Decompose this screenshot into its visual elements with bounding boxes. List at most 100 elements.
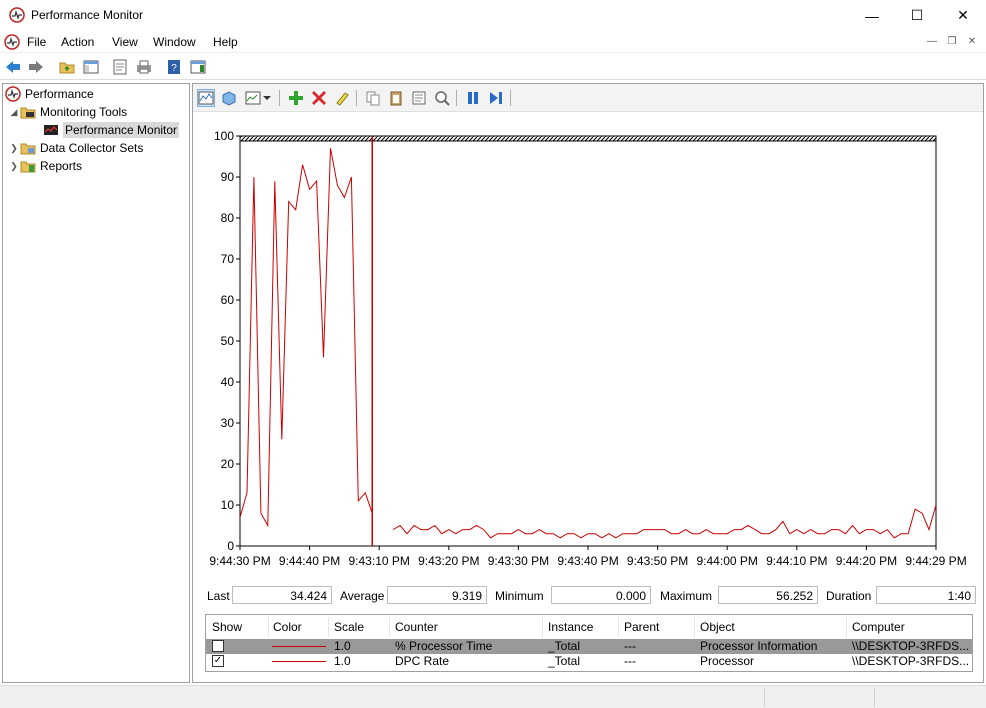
show-hide-action-pane-icon[interactable] [189, 58, 207, 76]
data-collector-folder-icon [20, 143, 36, 155]
column-header-instance[interactable]: Instance [548, 620, 593, 634]
column-divider [328, 617, 329, 637]
tree-label-monitoring-tools: Monitoring Tools [40, 105, 128, 119]
column-header-color[interactable]: Color [273, 620, 302, 634]
row-object: Processor Information [700, 639, 818, 653]
back-arrow-icon[interactable] [4, 58, 22, 76]
column-header-parent[interactable]: Parent [624, 620, 659, 634]
column-header-scale[interactable]: Scale [334, 620, 364, 634]
freeze-display-icon[interactable] [464, 89, 482, 107]
menu-action[interactable]: Action [61, 35, 94, 49]
mdi-minimize-button[interactable]: — [922, 33, 942, 50]
row-scale: 1.0 [334, 654, 351, 668]
paste-counter-list-icon[interactable] [387, 89, 405, 107]
row-parent: --- [624, 654, 636, 668]
collapse-chevron-icon[interactable]: ◢ [8, 107, 20, 118]
graph-toolbar [193, 84, 983, 112]
maximize-button[interactable]: ☐ [894, 0, 940, 31]
expand-chevron-icon[interactable]: ❯ [8, 143, 20, 154]
expand-chevron-icon[interactable]: ❯ [8, 161, 20, 172]
graph-properties-icon[interactable] [410, 89, 428, 107]
column-divider [694, 617, 695, 637]
forward-arrow-icon[interactable] [27, 58, 45, 76]
series-color-swatch [272, 646, 326, 647]
statistics-bar: Last 34.424 Average 9.319 Minimum 0.000 … [205, 586, 976, 606]
y-tick-label: 40 [221, 375, 235, 389]
delete-counter-icon[interactable] [310, 89, 328, 107]
zoom-icon[interactable] [433, 89, 451, 107]
document-system-menu-icon[interactable] [4, 34, 20, 50]
x-tick-label: 9:43:40 PM [557, 554, 618, 568]
row-object: Processor [700, 654, 755, 668]
print-icon[interactable] [135, 58, 153, 76]
hatched-band [239, 135, 937, 142]
mdi-close-button[interactable]: ✕ [962, 33, 982, 50]
tree-label-performance: Performance [25, 87, 94, 101]
y-tick-label: 50 [221, 334, 235, 348]
average-label: Average [340, 589, 385, 603]
average-value: 9.319 [387, 586, 487, 604]
tree-label-data-collector-sets: Data Collector Sets [40, 141, 144, 155]
column-header-show[interactable]: Show [212, 620, 242, 634]
y-tick-label: 80 [221, 211, 235, 225]
row-computer: \\DESKTOP-3RFDS... [852, 654, 970, 668]
toolbar-separator [510, 90, 511, 106]
close-button[interactable]: ✕ [940, 0, 986, 31]
window-title: Performance Monitor [31, 8, 144, 22]
title-bar: Performance Monitor — ☐ ✕ [0, 0, 986, 31]
maximum-label: Maximum [660, 589, 713, 603]
show-checkbox[interactable]: ✓ [212, 655, 224, 667]
tree-item-performance[interactable]: Performance [5, 85, 94, 103]
up-folder-icon[interactable] [58, 58, 76, 76]
column-divider [268, 617, 269, 637]
tree-label-performance-monitor: Performance Monitor [63, 122, 180, 138]
x-tick-label: 9:43:20 PM [418, 554, 479, 568]
minimum-value: 0.000 [551, 586, 651, 604]
minimize-button[interactable]: — [849, 0, 895, 31]
menu-window[interactable]: Window [153, 35, 196, 49]
menu-view[interactable]: View [112, 35, 138, 49]
update-data-icon[interactable] [487, 89, 505, 107]
column-divider [618, 617, 619, 637]
tree-item-data-collector-sets[interactable]: ❯ Data Collector Sets [8, 139, 143, 157]
add-counter-icon[interactable] [287, 89, 305, 107]
legend-row-processor-time[interactable]: 1.0 % Processor Time _Total --- Processo… [206, 639, 972, 654]
column-header-object[interactable]: Object [700, 620, 735, 634]
y-tick-label: 0 [227, 539, 234, 553]
change-graph-type-icon[interactable] [244, 89, 262, 107]
toolbar-separator [356, 90, 357, 106]
column-header-counter[interactable]: Counter [395, 620, 438, 634]
show-checkbox[interactable] [212, 640, 224, 652]
x-tick-label: 9:44:40 PM [279, 554, 340, 568]
line-chart[interactable]: 0 10 20 30 40 50 60 70 80 90 100 9:44:30 PM 9:44:40 … [193, 113, 983, 583]
graph-type-dropdown-icon[interactable] [262, 89, 272, 107]
view-log-data-icon[interactable] [220, 89, 238, 107]
row-parent: --- [624, 639, 636, 653]
x-tick-label: 9:43:30 PM [488, 554, 549, 568]
tree-item-reports[interactable]: ❯ Reports [8, 157, 82, 175]
x-tick-label: 9:44:30 PM [209, 554, 270, 568]
legend-row-dpc-rate[interactable]: ✓ 1.0 DPC Rate _Total --- Processor \\DE… [206, 654, 972, 669]
y-tick-label: 60 [221, 293, 235, 307]
performance-icon [5, 86, 21, 102]
highlight-icon[interactable] [333, 89, 351, 107]
menu-help[interactable]: Help [213, 35, 238, 49]
tree-item-monitoring-tools[interactable]: ◢ Monitoring Tools [8, 103, 128, 121]
column-divider [846, 617, 847, 637]
row-instance: _Total [548, 639, 581, 653]
copy-properties-icon[interactable] [364, 89, 382, 107]
last-label: Last [207, 589, 230, 603]
tree-item-performance-monitor[interactable]: Performance Monitor [43, 121, 180, 139]
properties-icon[interactable] [111, 58, 129, 76]
y-tick-label: 20 [221, 457, 235, 471]
show-hide-console-tree-icon[interactable] [82, 58, 100, 76]
help-icon[interactable]: ? [165, 58, 183, 76]
view-current-activity-icon[interactable] [197, 89, 215, 107]
menu-file[interactable]: File [27, 35, 46, 49]
x-tick-label: 9:43:10 PM [349, 554, 410, 568]
row-computer: \\DESKTOP-3RFDS... [852, 639, 970, 653]
mdi-restore-button[interactable]: ❐ [942, 33, 962, 50]
graph-area[interactable]: 0 10 20 30 40 50 60 70 80 90 100 9:44:30 PM 9:44:40 … [193, 113, 983, 588]
column-header-computer[interactable]: Computer [852, 620, 905, 634]
toolbar-separator [279, 90, 280, 106]
